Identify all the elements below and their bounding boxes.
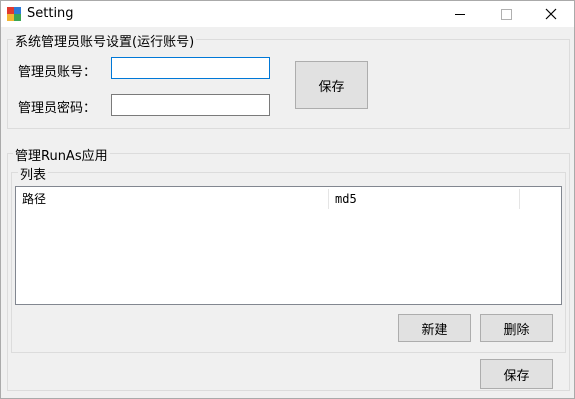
close-icon <box>545 8 557 20</box>
runas-list-view[interactable]: 路径 md5 <box>15 186 562 305</box>
new-label: 新建 <box>421 322 448 338</box>
minimize-icon <box>455 13 465 15</box>
maximize-button[interactable] <box>483 1 529 27</box>
column-header-md5[interactable]: md5 <box>329 187 519 211</box>
admin-account-input[interactable] <box>111 57 270 79</box>
delete-button[interactable]: 删除 <box>480 314 553 342</box>
window-title: Setting <box>27 6 74 21</box>
footer-save-label: 保存 <box>503 368 530 384</box>
admin-save-button[interactable]: 保存 <box>295 61 368 109</box>
admin-account-label: 管理员账号： <box>18 65 97 80</box>
list-group-title: 列表 <box>18 164 49 183</box>
maximize-icon <box>500 8 512 20</box>
admin-save-label: 保存 <box>318 79 345 95</box>
runas-group-title: 管理RunAs应用 <box>13 145 110 164</box>
app-icon <box>7 7 21 21</box>
column-separator[interactable] <box>519 189 520 209</box>
new-button[interactable]: 新建 <box>398 314 471 342</box>
admin-password-label: 管理员密码： <box>18 101 97 116</box>
footer-save-button[interactable]: 保存 <box>480 359 553 389</box>
close-button[interactable] <box>528 1 574 27</box>
minimize-button[interactable] <box>437 1 483 27</box>
title-bar[interactable]: Setting <box>1 1 574 27</box>
delete-label: 删除 <box>503 322 530 338</box>
settings-window: Setting 系统管理员账号设置(运行账号) 管理员账号： 管理员密码： 保存… <box>0 0 575 399</box>
admin-group-title: 系统管理员账号设置(运行账号) <box>13 31 197 50</box>
column-header-path[interactable]: 路径 <box>16 187 328 211</box>
admin-password-input[interactable] <box>111 94 270 116</box>
